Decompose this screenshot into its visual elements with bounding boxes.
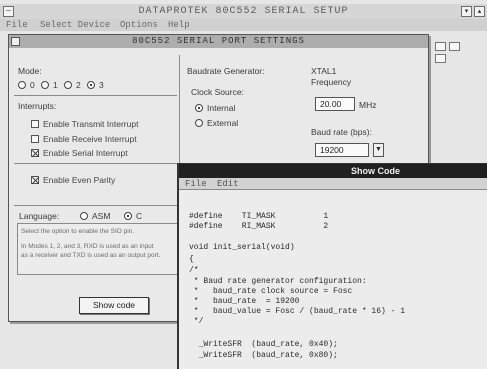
help-line: as a receiver and TXD is used as an outp… bbox=[21, 252, 161, 259]
enable-even-parity-checkbox[interactable]: Enable Even Parity bbox=[31, 175, 115, 185]
code-menu-file[interactable]: File bbox=[185, 178, 207, 190]
code-line: #define TI_MASK 1 bbox=[189, 212, 329, 221]
help-panel: Select the option to enable the SIO pin.… bbox=[17, 223, 195, 275]
clock-source-label: Clock Source: bbox=[191, 87, 244, 97]
radio-selected-icon bbox=[124, 212, 132, 220]
mode-option-1[interactable]: 1 bbox=[41, 80, 58, 90]
radio-icon bbox=[195, 119, 203, 127]
interrupts-label: Interrupts: bbox=[18, 101, 57, 111]
clock-external-radio[interactable]: External bbox=[195, 118, 238, 128]
enable-serial-interrupt-checkbox[interactable]: Enable Serial Interrupt bbox=[31, 148, 128, 158]
xtal-unit-label: MHz bbox=[359, 100, 377, 110]
maximize-icon[interactable]: ▴ bbox=[474, 6, 485, 17]
show-code-window: Show Code File Edit #define TI_MASK 1 #d… bbox=[177, 163, 487, 369]
mode-option-2[interactable]: 2 bbox=[64, 80, 81, 90]
main-titlebar: ─ DATAPROTEK 80C552 SERIAL SETUP ▾ ▴ bbox=[0, 4, 487, 19]
mode-option-0[interactable]: 0 bbox=[18, 80, 35, 90]
help-line: Select the option to enable the SIO pin. bbox=[21, 228, 135, 235]
language-label: Language: bbox=[19, 211, 60, 221]
code-window-menubar: File Edit bbox=[179, 178, 487, 190]
window-icon[interactable] bbox=[435, 42, 446, 51]
radio-icon bbox=[41, 81, 49, 89]
menu-options[interactable]: Options bbox=[120, 19, 158, 31]
window-icon[interactable] bbox=[435, 54, 446, 63]
checkbox-icon bbox=[31, 120, 39, 128]
mode-label: Mode: bbox=[18, 66, 42, 76]
radio-selected-icon bbox=[87, 81, 95, 89]
code-line: { bbox=[189, 255, 194, 264]
radio-icon bbox=[64, 81, 72, 89]
checkbox-checked-icon bbox=[31, 149, 39, 157]
code-text-area[interactable]: #define TI_MASK 1 #define RI_MASK 2 void… bbox=[185, 198, 485, 368]
language-c-radio[interactable]: C bbox=[124, 211, 142, 221]
frequency-label: Frequency bbox=[311, 77, 352, 87]
code-line: */ bbox=[189, 317, 204, 326]
dialog-titlebar: 80C552 SERIAL PORT SETTINGS bbox=[9, 35, 428, 48]
code-line: * Baud rate generator configuration: bbox=[189, 277, 367, 286]
language-asm-radio[interactable]: ASM bbox=[80, 211, 110, 221]
checkbox-icon bbox=[31, 135, 39, 143]
code-line: #define RI_MASK 2 bbox=[189, 222, 329, 231]
mode-option-3[interactable]: 3 bbox=[87, 80, 104, 90]
baud-rate-label: Baud rate (bps): bbox=[311, 127, 372, 137]
menu-file[interactable]: File bbox=[6, 19, 28, 31]
desktop-screen: ─ DATAPROTEK 80C552 SERIAL SETUP ▾ ▴ Fil… bbox=[0, 0, 487, 369]
code-line: _WriteSFR (baud_rate, 0x80); bbox=[189, 351, 338, 360]
code-line: /* bbox=[189, 266, 199, 275]
baudrate-generator-label: Baudrate Generator: bbox=[187, 66, 265, 76]
minimize-icon[interactable]: ▾ bbox=[461, 6, 472, 17]
radio-icon bbox=[18, 81, 26, 89]
checkbox-checked-icon bbox=[31, 176, 39, 184]
xtal-label: XTAL1 bbox=[311, 66, 337, 76]
enable-transmit-interrupt-checkbox[interactable]: Enable Transmit Interrupt bbox=[31, 119, 138, 129]
code-line: * baud_value = Fosc / (baud_rate * 16) -… bbox=[189, 307, 406, 316]
code-menu-edit[interactable]: Edit bbox=[217, 178, 239, 190]
main-window-title: DATAPROTEK 80C552 SERIAL SETUP bbox=[138, 6, 349, 17]
window-icon[interactable] bbox=[449, 42, 460, 51]
baud-rate-select[interactable]: 19200 bbox=[315, 143, 369, 157]
code-line: void init_serial(void) bbox=[189, 243, 295, 252]
chevron-down-icon[interactable]: ▼ bbox=[373, 143, 384, 157]
code-line: _WriteSFR (baud_rate, 0x40); bbox=[189, 340, 338, 349]
divider bbox=[14, 205, 177, 206]
xtal-frequency-input[interactable]: 20.00 bbox=[315, 97, 355, 111]
language-row: Language: ASM C bbox=[14, 210, 194, 222]
enable-receive-interrupt-checkbox[interactable]: Enable Receive Interrupt bbox=[31, 134, 137, 144]
show-code-button[interactable]: Show code bbox=[79, 297, 149, 314]
help-line: In Modes 1, 2, and 3, RXD is used as an … bbox=[21, 243, 154, 250]
code-line: * baud_rate = 19200 bbox=[189, 297, 300, 306]
code-window-titlebar: Show Code bbox=[179, 164, 487, 178]
divider bbox=[14, 163, 177, 164]
dialog-title: 80C552 SERIAL PORT SETTINGS bbox=[132, 36, 305, 46]
main-menubar: File Select Device Options Help bbox=[0, 19, 487, 31]
radio-icon bbox=[80, 212, 88, 220]
menu-help[interactable]: Help bbox=[168, 19, 190, 31]
menu-select-device[interactable]: Select Device bbox=[40, 19, 110, 31]
radio-selected-icon bbox=[195, 104, 203, 112]
background-toolbar-icons bbox=[433, 40, 487, 80]
clock-internal-radio[interactable]: Internal bbox=[195, 103, 235, 113]
code-line: * baud_rate clock source = Fosc bbox=[189, 287, 353, 296]
code-window-title: Show Code bbox=[351, 166, 400, 176]
divider bbox=[14, 95, 177, 96]
